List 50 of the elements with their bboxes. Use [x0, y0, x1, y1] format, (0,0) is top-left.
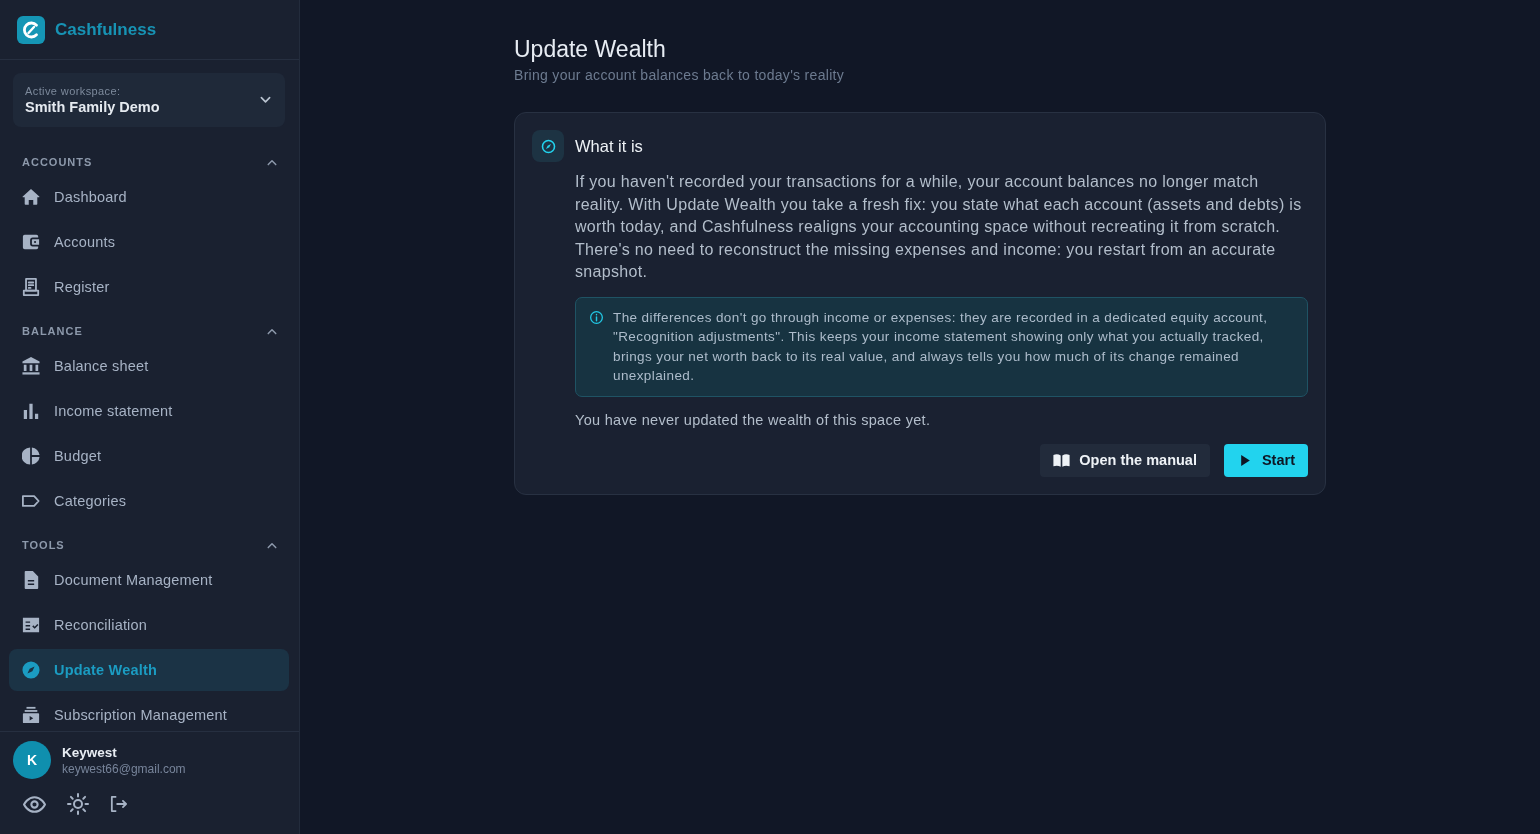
- checklist-icon: [22, 616, 40, 634]
- tag-icon: [22, 492, 40, 510]
- workspace-selector[interactable]: Active workspace: Smith Family Demo: [13, 73, 285, 127]
- bar-chart-icon: [22, 402, 40, 420]
- logo-icon: [17, 15, 45, 44]
- chevron-up-icon[interactable]: [267, 327, 277, 335]
- manual-button[interactable]: Open the manual: [1040, 443, 1210, 477]
- user-email: keywest66@gmail.com: [62, 761, 186, 776]
- receipt-icon: [22, 278, 40, 296]
- bank-icon: [22, 357, 40, 375]
- wallet-icon: [22, 233, 40, 251]
- logout-icon[interactable]: [110, 796, 127, 812]
- nav-item[interactable]: Budget: [9, 435, 289, 477]
- page-title: Update Wealth: [514, 36, 667, 62]
- nav-item[interactable]: Document Management: [9, 559, 289, 601]
- house-icon: [22, 188, 40, 206]
- section-header: TOOLS: [22, 539, 65, 551]
- nav-item[interactable]: Accounts: [9, 221, 289, 263]
- sun-icon[interactable]: [67, 793, 89, 815]
- play-icon: [1240, 454, 1250, 466]
- nav-item[interactable]: Dashboard: [9, 176, 289, 218]
- app-name: Cashfulness: [55, 19, 157, 40]
- compass-icon: [22, 661, 40, 679]
- user-name: Keywest: [62, 744, 118, 760]
- section-header: ACCOUNTS: [22, 156, 93, 168]
- status-text: You have never updated the wealth of this space yet.: [575, 410, 932, 430]
- avatar: K: [13, 741, 51, 779]
- description-text: If you haven't recorded your transactions for a while, your account balances no longer match reality. With Update Wealth you take a fresh fix: you state what each account (assets and debts) is worth today, and Cashfulness realigns your accounting space without recreating it from scratch. There's no need to reconstruct the missing expenses and income: you restart from an accurate snapshot.: [575, 172, 1303, 282]
- compass-icon: [532, 130, 564, 162]
- document-icon: [22, 571, 40, 589]
- pie-chart-icon: [22, 447, 40, 465]
- chevron-up-icon[interactable]: [267, 158, 277, 166]
- page-subtitle: Bring your account balances back to today's reality: [514, 66, 846, 84]
- card-heading: What it is: [575, 136, 644, 157]
- nav-item[interactable]: Income statement: [9, 390, 289, 432]
- chevron-down-icon: [260, 96, 271, 104]
- nav-item[interactable]: Reconciliation: [9, 604, 289, 646]
- chevron-up-icon[interactable]: [267, 541, 277, 549]
- nav-item[interactable]: Categories: [9, 480, 289, 522]
- nav-item[interactable]: Register: [9, 266, 289, 308]
- start-button[interactable]: Start: [1223, 443, 1308, 477]
- eye-icon[interactable]: [23, 795, 46, 813]
- book-icon: [1053, 453, 1071, 467]
- nav-item[interactable]: Update Wealth: [9, 649, 289, 691]
- section-header: BALANCE: [22, 325, 83, 337]
- media-stack-icon: [22, 706, 40, 724]
- info-icon: [590, 310, 603, 324]
- nav-item[interactable]: Balance sheet: [9, 345, 289, 387]
- note-text: The differences don't go through income or expenses: they are recorded in a dedicated equity account, "Recognition adjustments". This keeps your income statement showing only what you actually tracked, brings your net worth back to its real value, and always tells you how much of its change remained unexplained.: [613, 308, 1269, 385]
- nav-item[interactable]: Subscription Management: [9, 694, 289, 731]
